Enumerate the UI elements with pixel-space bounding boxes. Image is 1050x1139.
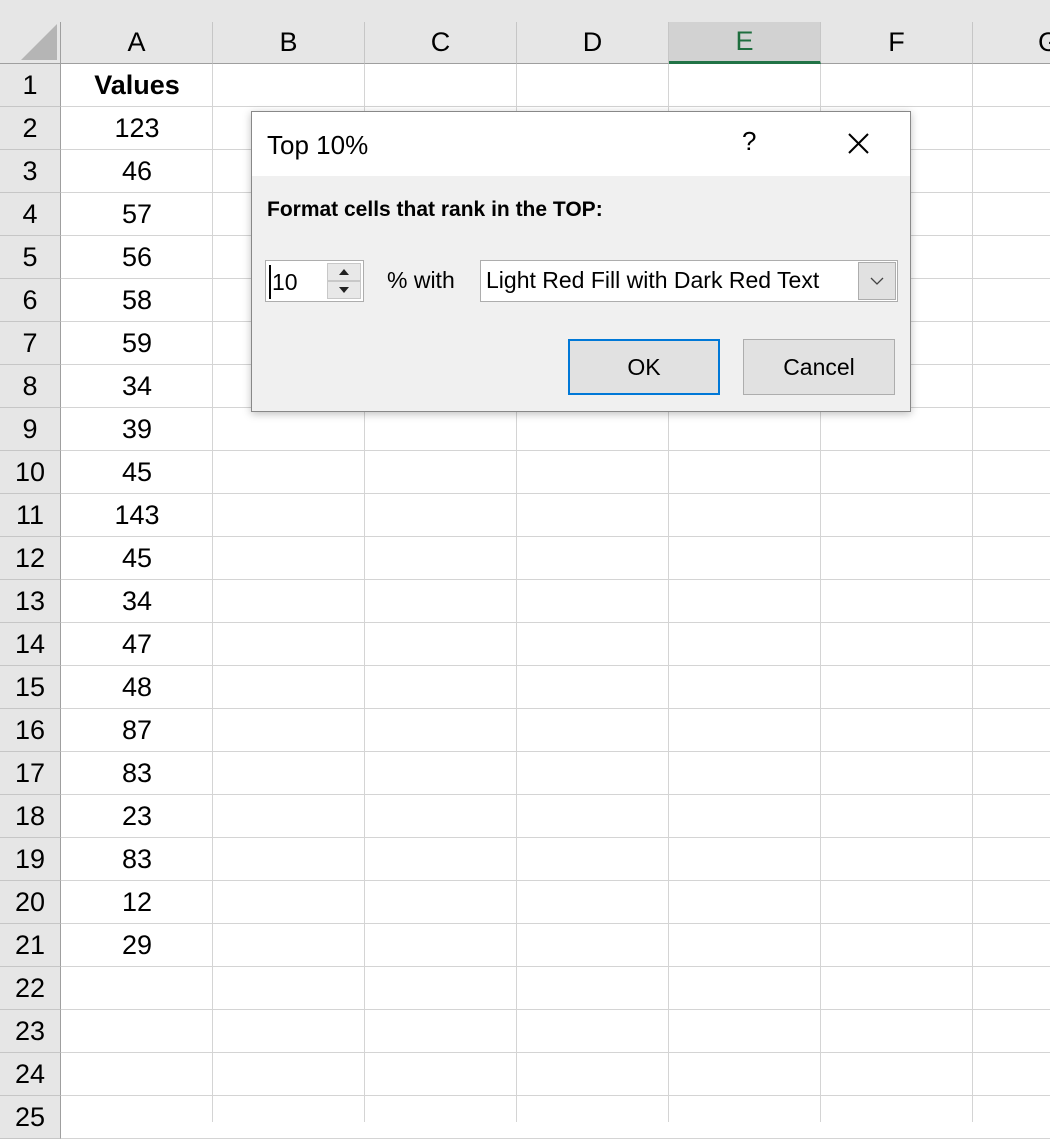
row-header-12[interactable]: 12 bbox=[0, 537, 61, 580]
cell-a14[interactable]: 47 bbox=[61, 623, 213, 666]
cell-a6[interactable]: 58 bbox=[61, 279, 213, 322]
cell-a18[interactable]: 23 bbox=[61, 795, 213, 838]
close-icon bbox=[848, 133, 869, 154]
row-header-9[interactable]: 9 bbox=[0, 408, 61, 451]
cell-a12[interactable]: 45 bbox=[61, 537, 213, 580]
cell-a13[interactable]: 34 bbox=[61, 580, 213, 623]
column-header-b[interactable]: B bbox=[213, 22, 365, 64]
row-header-8[interactable]: 8 bbox=[0, 365, 61, 408]
cell-a20[interactable]: 12 bbox=[61, 881, 213, 924]
cell-a2[interactable]: 123 bbox=[61, 107, 213, 150]
row-header-20[interactable]: 20 bbox=[0, 881, 61, 924]
row-header-4[interactable]: 4 bbox=[0, 193, 61, 236]
row-header-1[interactable]: 1 bbox=[0, 64, 61, 107]
grid-hline bbox=[61, 1009, 1050, 1010]
select-all-triangle-icon bbox=[21, 24, 57, 60]
top-band bbox=[0, 0, 1050, 22]
dialog-prompt: Format cells that rank in the TOP: bbox=[267, 198, 603, 221]
help-button[interactable]: ? bbox=[742, 126, 756, 157]
cell-a8[interactable]: 34 bbox=[61, 365, 213, 408]
row-header-19[interactable]: 19 bbox=[0, 838, 61, 881]
grid-hline bbox=[61, 1095, 1050, 1096]
row-header-13[interactable]: 13 bbox=[0, 580, 61, 623]
row-header-24[interactable]: 24 bbox=[0, 1053, 61, 1096]
row-header-2[interactable]: 2 bbox=[0, 107, 61, 150]
format-selected-value: Light Red Fill with Dark Red Text bbox=[486, 267, 820, 293]
row-header-16[interactable]: 16 bbox=[0, 709, 61, 752]
cell-a21[interactable]: 29 bbox=[61, 924, 213, 967]
cell-a15[interactable]: 48 bbox=[61, 666, 213, 709]
row-header-23[interactable]: 23 bbox=[0, 1010, 61, 1053]
rank-spinner bbox=[265, 260, 364, 302]
top-10-percent-dialog: Top 10% ? Format cells that rank in the … bbox=[251, 111, 911, 412]
row-header-17[interactable]: 17 bbox=[0, 752, 61, 795]
dropdown-button[interactable] bbox=[858, 262, 896, 300]
row-header-18[interactable]: 18 bbox=[0, 795, 61, 838]
row-header-7[interactable]: 7 bbox=[0, 322, 61, 365]
cell-a7[interactable]: 59 bbox=[61, 322, 213, 365]
row-header-10[interactable]: 10 bbox=[0, 451, 61, 494]
cell-a1-header[interactable]: Values bbox=[61, 64, 213, 107]
cell-a16[interactable]: 87 bbox=[61, 709, 213, 752]
column-header-d[interactable]: D bbox=[517, 22, 669, 64]
format-dropdown[interactable]: Light Red Fill with Dark Red Text bbox=[480, 260, 898, 302]
ok-button[interactable]: OK bbox=[568, 339, 720, 395]
select-all-corner[interactable] bbox=[0, 22, 61, 64]
column-header-e[interactable]: E bbox=[669, 22, 821, 64]
row-header-5[interactable]: 5 bbox=[0, 236, 61, 279]
triangle-up-icon bbox=[339, 269, 349, 275]
percent-with-label: % with bbox=[387, 267, 455, 293]
dialog-title-bar[interactable]: Top 10% ? bbox=[252, 112, 910, 176]
spin-down-button[interactable] bbox=[327, 281, 361, 299]
row-header-25[interactable]: 25 bbox=[0, 1096, 61, 1139]
cell-a17[interactable]: 83 bbox=[61, 752, 213, 795]
row-header-11[interactable]: 11 bbox=[0, 494, 61, 537]
cell-a9[interactable]: 39 bbox=[61, 408, 213, 451]
row-header-22[interactable]: 22 bbox=[0, 967, 61, 1010]
row-header-6[interactable]: 6 bbox=[0, 279, 61, 322]
cell-a11[interactable]: 143 bbox=[61, 494, 213, 537]
spin-up-button[interactable] bbox=[327, 263, 361, 281]
column-header-c[interactable]: C bbox=[365, 22, 517, 64]
cancel-button[interactable]: Cancel bbox=[743, 339, 895, 395]
triangle-down-icon bbox=[339, 287, 349, 293]
dialog-title: Top 10% bbox=[267, 130, 369, 160]
cell-a19[interactable]: 83 bbox=[61, 838, 213, 881]
column-header-f[interactable]: F bbox=[821, 22, 973, 64]
row-header-15[interactable]: 15 bbox=[0, 666, 61, 709]
cell-a10[interactable]: 45 bbox=[61, 451, 213, 494]
row-header-21[interactable]: 21 bbox=[0, 924, 61, 967]
grid-hline bbox=[61, 1052, 1050, 1053]
close-button[interactable] bbox=[840, 126, 876, 162]
cell-a4[interactable]: 57 bbox=[61, 193, 213, 236]
column-header-a[interactable]: A bbox=[61, 22, 213, 64]
grid-vline bbox=[972, 64, 973, 1122]
row-header-3[interactable]: 3 bbox=[0, 150, 61, 193]
row-header-14[interactable]: 14 bbox=[0, 623, 61, 666]
chevron-down-icon bbox=[870, 277, 884, 285]
rank-value-input[interactable] bbox=[269, 265, 334, 299]
cell-a5[interactable]: 56 bbox=[61, 236, 213, 279]
column-header-g[interactable]: G bbox=[973, 22, 1050, 64]
cell-a3[interactable]: 46 bbox=[61, 150, 213, 193]
